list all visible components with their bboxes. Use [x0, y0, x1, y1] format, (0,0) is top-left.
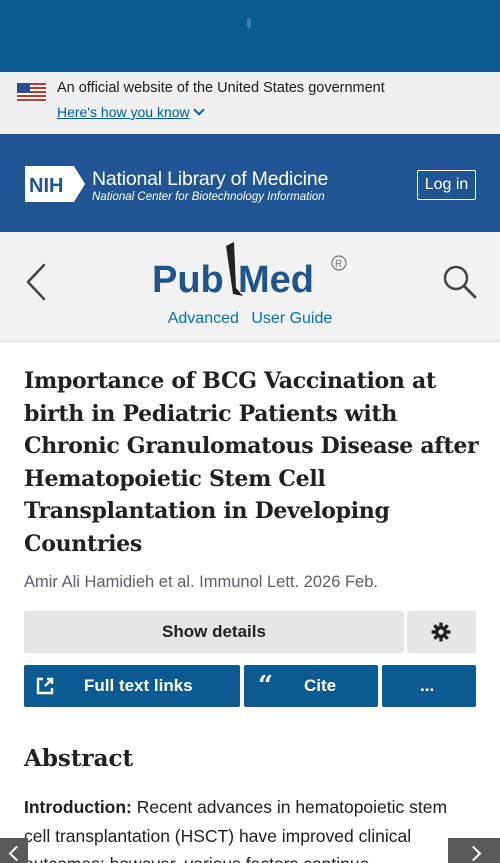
full-text-links-button[interactable]: Full text links — [24, 665, 240, 707]
show-details-button[interactable]: Show details — [24, 611, 404, 653]
status-bar — [0, 0, 500, 72]
user-guide-link[interactable]: User Guide — [251, 310, 332, 327]
heres-how-you-know-link[interactable]: Here's how you know — [57, 104, 205, 120]
article-title: Importance of BCG Vaccination at birth i… — [24, 368, 479, 557]
gov-banner-text: An official website of the United States… — [57, 80, 385, 96]
nlm-title[interactable]: National Library of Medicine — [92, 168, 328, 191]
external-link-icon — [36, 677, 54, 695]
more-actions-button[interactable]: ... — [382, 665, 476, 707]
cite-button[interactable]: “ Cite — [244, 665, 378, 707]
settings-button[interactable] — [407, 611, 476, 653]
cite-label: Cite — [304, 676, 337, 695]
quote-icon: “ — [258, 671, 273, 701]
nih-logo-text: NIH — [29, 175, 63, 197]
pubmed-logo-med: Med — [238, 259, 314, 301]
svg-text:R: R — [335, 259, 342, 270]
heres-how-you-know-label: Here's how you know — [57, 104, 190, 120]
article-citation: Amir Ali Hamidieh et al. Immunol Lett. 2… — [24, 573, 378, 591]
pubmed-logo[interactable]: Pub Med R — [150, 242, 350, 306]
abstract-introduction-label: Introduction: — [24, 797, 132, 817]
gear-icon — [431, 622, 451, 642]
nlm-header: NIH National Library of Medicine Nationa… — [0, 134, 500, 232]
more-actions-label: ... — [420, 676, 435, 695]
advanced-link[interactable]: Advanced — [168, 310, 239, 327]
pubmed-logo-pub: Pub — [152, 259, 224, 301]
nih-logo-icon[interactable]: NIH — [24, 165, 86, 203]
search-icon[interactable] — [442, 264, 478, 300]
status-indicator — [247, 18, 251, 28]
pubmed-nav: Pub Med R Advanced User Guide — [0, 232, 500, 342]
nlm-subtitle: National Center for Biotechnology Inform… — [92, 191, 325, 203]
gov-banner: An official website of the United States… — [0, 72, 500, 206]
pubmed-links: Advanced User Guide — [0, 310, 500, 328]
previous-article-button[interactable] — [0, 838, 28, 863]
abstract-text: Introduction: Recent advances in hematop… — [24, 793, 474, 863]
login-button[interactable]: Log in — [417, 170, 476, 200]
next-article-button[interactable] — [448, 838, 500, 863]
back-chevron-icon[interactable] — [24, 262, 48, 302]
abstract-heading: Abstract — [24, 745, 134, 772]
full-text-links-label: Full text links — [84, 676, 193, 695]
us-flag-icon — [17, 83, 46, 103]
chevron-down-icon — [192, 104, 205, 116]
